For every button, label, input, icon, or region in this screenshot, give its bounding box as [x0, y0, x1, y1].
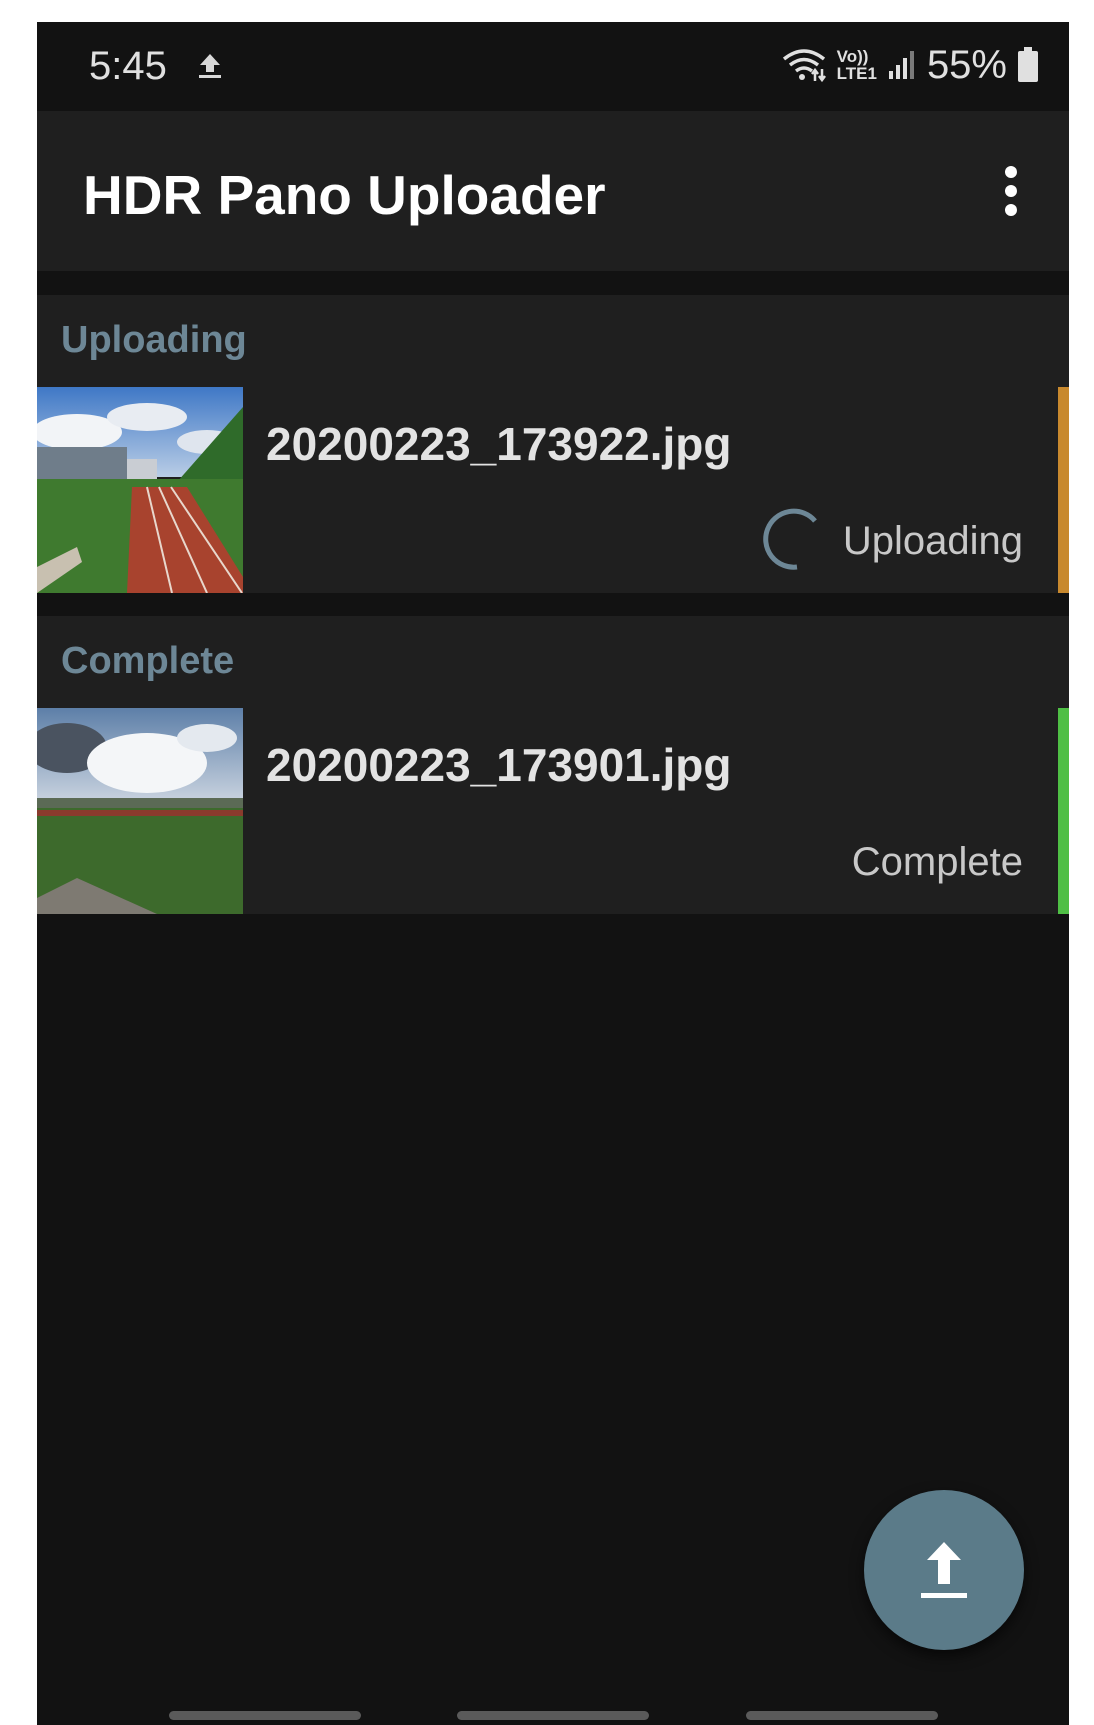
status-stripe [1058, 387, 1069, 593]
uploading-section: Uploading 20200223_173922.jpg Uploading [37, 295, 1069, 593]
nav-handle-right[interactable] [746, 1711, 938, 1720]
thumbnail-image [37, 387, 243, 593]
complete-section: Complete 20200223_173901.jpg Complete [37, 616, 1069, 914]
status-stripe [1058, 708, 1069, 914]
navigation-bar [37, 1695, 1069, 1725]
upload-fab-button[interactable] [864, 1490, 1024, 1650]
phone-screen: 5:45 Vo)) LTE1 55% HDR Pano Uploader Upl… [37, 22, 1069, 1725]
upload-icon [921, 1542, 967, 1598]
file-name: 20200223_173901.jpg [266, 739, 732, 791]
more-vert-icon [1005, 166, 1017, 216]
volte-label: Vo)) [836, 47, 869, 66]
list-item[interactable]: 20200223_173922.jpg Uploading [37, 387, 1069, 593]
status-label: Uploading [842, 519, 1023, 563]
battery-icon [1018, 47, 1038, 82]
upload-arrow-icon [199, 54, 221, 78]
wifi-icon [782, 49, 826, 83]
status-bar: 5:45 Vo)) LTE1 55% [37, 22, 1069, 111]
lte-indicator: Vo)) LTE1 [837, 48, 877, 82]
app-bar: HDR Pano Uploader [37, 111, 1069, 271]
nav-handle-left[interactable] [169, 1711, 361, 1720]
list-item[interactable]: 20200223_173901.jpg Complete [37, 708, 1069, 914]
progress-spinner-icon [763, 508, 817, 570]
thumbnail-image [37, 708, 243, 914]
app-title: HDR Pano Uploader [83, 164, 606, 226]
section-header: Uploading [61, 319, 247, 361]
battery-percent: 55% [926, 42, 1007, 87]
status-time: 5:45 [89, 44, 167, 88]
section-header: Complete [61, 640, 235, 682]
nav-handle-center[interactable] [457, 1711, 649, 1720]
signal-bars-icon [888, 51, 914, 79]
more-options-button[interactable] [981, 161, 1041, 221]
file-name: 20200223_173922.jpg [266, 418, 732, 470]
lte-label: LTE1 [836, 64, 877, 83]
status-label: Complete [851, 840, 1023, 884]
status-icons: Vo)) LTE1 55% [781, 40, 1039, 90]
